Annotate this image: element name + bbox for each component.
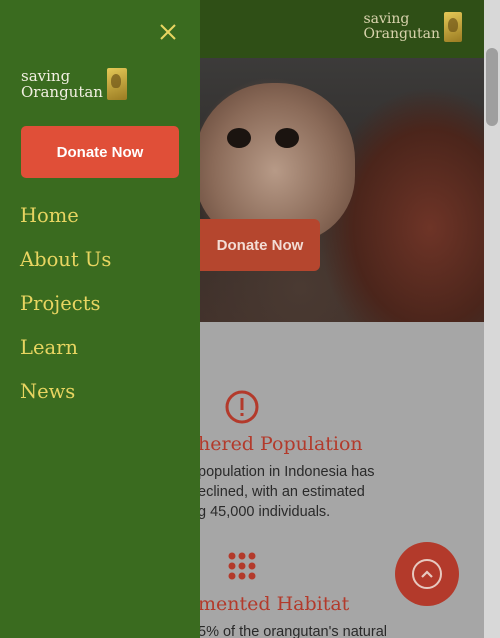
scroll-to-top-button[interactable] <box>395 542 459 606</box>
drawer-nav-list: Home About Us Projects Learn News <box>20 200 111 420</box>
right-eye <box>275 128 299 148</box>
chevron-up-icon <box>412 559 442 589</box>
nav-item-about-us[interactable]: About Us <box>20 244 111 288</box>
feature-text-line: eclined, with an estimated <box>198 484 365 500</box>
feature-title-habitat: mented Habitat <box>198 593 350 615</box>
drawer-logo[interactable]: saving Orangutan <box>21 68 127 100</box>
nav-item-news[interactable]: News <box>20 376 111 420</box>
nav-item-projects[interactable]: Projects <box>20 288 111 332</box>
feature-text-line: 5% of the orangutan's natural <box>198 624 387 638</box>
drawer-donate-button[interactable]: Donate Now <box>21 126 179 178</box>
scrollbar-thumb[interactable] <box>486 48 498 126</box>
feature-text-line: population in Indonesia has <box>198 464 375 480</box>
header-brand-line2: Orangutan <box>363 26 440 42</box>
nav-item-learn[interactable]: Learn <box>20 332 111 376</box>
orangutan-logo-icon <box>444 12 462 42</box>
dots-grid-icon <box>227 551 257 586</box>
nav-item-home[interactable]: Home <box>20 200 111 244</box>
page-scrollbar[interactable] <box>484 0 500 638</box>
drawer-brand-line2: Orangutan <box>21 83 103 101</box>
orangutan-logo-icon <box>106 68 127 100</box>
header-logo[interactable]: saving Orangutan <box>363 12 462 42</box>
drawer-brand-line1: saving <box>21 67 71 85</box>
exclamation-circle-icon <box>225 390 259 429</box>
left-eye <box>227 128 251 148</box>
feature-text-line: g 45,000 individuals. <box>198 504 331 520</box>
header-brand-line1: saving <box>363 11 410 27</box>
close-icon[interactable] <box>156 20 180 44</box>
mobile-nav-drawer: saving Orangutan Donate Now Home About U… <box>0 0 200 638</box>
feature-title-population: hered Population <box>198 433 363 455</box>
